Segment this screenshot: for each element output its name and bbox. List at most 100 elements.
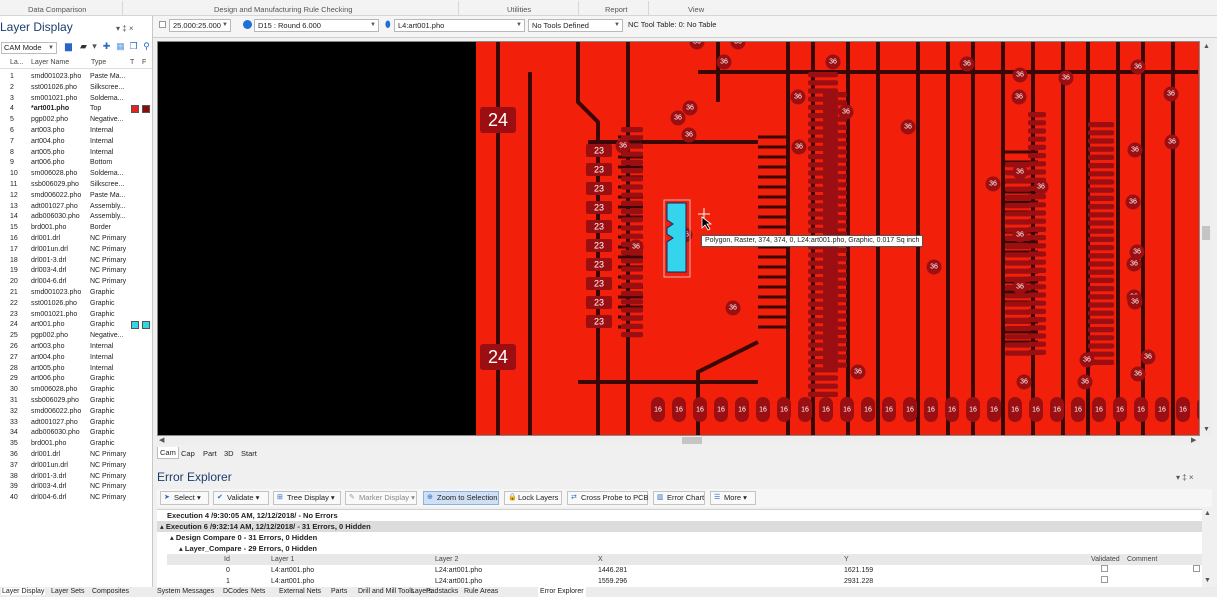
col-header-validated[interactable]: Validated — [1091, 554, 1120, 565]
layer-row[interactable]: 25 pgp002.pho Negative... — [0, 330, 152, 341]
cam-canvas[interactable]: 24 24 23 23 23 23 23 23 23 23 23 23 36 36 36 36 36 36 36 36… — [157, 41, 1200, 436]
col-header-index[interactable]: La... — [10, 59, 24, 66]
col-header-f[interactable]: F — [142, 59, 146, 66]
layer-row[interactable]: 27 art004.pho Internal — [0, 352, 152, 363]
grid-checkbox[interactable] — [159, 21, 166, 28]
fill-color-swatch[interactable] — [142, 321, 150, 330]
tab-system-messages[interactable]: System Messages — [157, 588, 214, 595]
copy-icon[interactable]: ❐ — [128, 41, 139, 52]
scroll-down-icon[interactable]: ▼ — [1203, 426, 1210, 433]
layer-row[interactable]: 21 smd001023.pho Graphic — [0, 287, 152, 298]
validated-checkbox[interactable] — [1101, 565, 1108, 572]
col-header-comment[interactable]: Comment — [1127, 554, 1157, 565]
top-color-swatch[interactable] — [131, 321, 139, 330]
layer-row[interactable]: 19 drl003-4.drl NC Primary — [0, 265, 152, 276]
layer-row[interactable]: 7 art004.pho Internal — [0, 136, 152, 147]
layer-row[interactable]: 14 adb006030.pho Assembly... — [0, 211, 152, 222]
layer-row[interactable]: 2 sst001026.pho Silkscree... — [0, 82, 152, 93]
col-header-x[interactable]: X — [598, 554, 603, 565]
marker-display-button[interactable]: ✎ Marker Display ▾ — [345, 491, 417, 505]
layer-row[interactable]: 31 ssb006029.pho Graphic — [0, 395, 152, 406]
layer-row[interactable]: 9 art006.pho Bottom — [0, 157, 152, 168]
col-header-name[interactable]: Layer Name — [31, 59, 69, 66]
scroll-up-icon[interactable]: ▲ — [1203, 43, 1210, 50]
table-row[interactable]: 0 L4:art001.pho L24:art001.pho 1446.281 … — [167, 565, 1202, 576]
canvas-horizontal-scrollbar[interactable]: ◀ ▶ — [157, 436, 1200, 445]
top-color-swatch[interactable] — [131, 105, 139, 114]
tab-cam[interactable]: Cam — [157, 447, 179, 459]
col-header-layer2[interactable]: Layer 2 — [435, 554, 458, 565]
layer-row[interactable]: 3 sm001021.pho Soldema... — [0, 93, 152, 104]
dcode-select[interactable]: D15 : Round 6.000 ▼ — [254, 19, 379, 32]
layer-row[interactable]: 28 art005.pho Internal — [0, 363, 152, 374]
layer-row[interactable]: 35 brd001.pho Graphic — [0, 438, 152, 449]
validated-checkbox[interactable] — [1101, 576, 1108, 583]
tab-layer-sets[interactable]: Layer Sets — [51, 588, 84, 595]
layer-row[interactable]: 10 sm006028.pho Soldema... — [0, 168, 152, 179]
add-icon[interactable]: ✚ — [101, 41, 112, 52]
tab-cap[interactable]: Cap — [181, 449, 195, 458]
layer-row[interactable]: 34 adb006030.pho Graphic — [0, 427, 152, 438]
tree-node-layer-compare[interactable]: ▴ Layer_Compare - 29 Errors, 0 Hidden — [179, 543, 317, 554]
filter-icon[interactable]: ⚲ — [141, 41, 152, 52]
scroll-up-icon[interactable]: ▲ — [1204, 510, 1211, 517]
zoom-to-selection-button[interactable]: ⊕ Zoom to Selection — [423, 491, 499, 505]
dropdown-icon[interactable]: ▾ — [89, 41, 100, 52]
tab-nets[interactable]: Nets — [251, 588, 265, 595]
error-tree-scrollbar[interactable]: ▲ ▼ — [1202, 509, 1212, 587]
layer-row[interactable]: 18 drl001-3.drl NC Primary — [0, 255, 152, 266]
validate-button[interactable]: ✔ Validate ▾ — [213, 491, 269, 505]
cross-probe-button[interactable]: ⇄ Cross Probe to PCB — [567, 491, 649, 505]
tab-error-explorer[interactable]: Error Explorer — [538, 587, 586, 597]
layer-row[interactable]: 1 smd001023.pho Paste Ma... — [0, 71, 152, 82]
tab-rule-areas[interactable]: Rule Areas — [464, 588, 498, 595]
tab-layer-display[interactable]: Layer Display — [1, 588, 46, 595]
layer-row[interactable]: 12 smd006022.pho Paste Ma... — [0, 190, 152, 201]
layer-row[interactable]: 32 smd006022.pho Graphic — [0, 406, 152, 417]
layer-row[interactable]: 15 brd001.pho Border — [0, 222, 152, 233]
lock-layers-button[interactable]: 🔒 Lock Layers — [504, 491, 562, 505]
scroll-down-icon[interactable]: ▼ — [1204, 577, 1211, 584]
layer-row[interactable]: 26 art003.pho Internal — [0, 341, 152, 352]
tab-start[interactable]: Start — [241, 449, 257, 458]
grid-select[interactable]: 25.000:25.000 ▼ — [169, 19, 231, 32]
layer-row[interactable]: 37 drl001un.drl NC Primary — [0, 460, 152, 471]
error-chart-button[interactable]: ▥ Error Chart — [653, 491, 705, 505]
layer-row[interactable]: 5 pgp002.pho Negative... — [0, 114, 152, 125]
col-header-layer1[interactable]: Layer 1 — [271, 554, 294, 565]
panel-controls[interactable]: ▾ ‡ × — [116, 24, 134, 33]
layer-row[interactable]: 24 art001.pho Graphic — [0, 319, 152, 330]
layer-row[interactable]: 36 drl001.drl NC Primary — [0, 449, 152, 460]
layer-row[interactable]: 13 adt001027.pho Assembly... — [0, 201, 152, 212]
scroll-right-icon[interactable]: ▶ — [1191, 436, 1196, 444]
col-header-y[interactable]: Y — [844, 554, 849, 565]
col-header-t[interactable]: T — [130, 59, 134, 66]
comment-box[interactable] — [1193, 565, 1200, 572]
scroll-thumb[interactable] — [1202, 226, 1210, 240]
layer-row[interactable]: 22 sst001026.pho Graphic — [0, 298, 152, 309]
grid-icon[interactable]: ▦ — [115, 41, 126, 52]
tree-display-button[interactable]: ⊞ Tree Display ▾ — [273, 491, 341, 505]
layer-row[interactable]: 20 drl004-6.drl NC Primary — [0, 276, 152, 287]
table-row[interactable]: 1 L4:art001.pho L24:art001.pho 1559.296 … — [167, 576, 1202, 587]
layer-row[interactable]: 6 art003.pho Internal — [0, 125, 152, 136]
tab-parts[interactable]: Parts — [331, 588, 347, 595]
fill-color-swatch[interactable] — [142, 105, 150, 114]
tree-node-execution-6[interactable]: ▴ Execution 6 /9:32:14 AM, 12/12/2018/ -… — [157, 521, 1202, 532]
tab-padstacks[interactable]: Padstacks — [426, 588, 458, 595]
layer-row[interactable]: 33 adt001027.pho Graphic — [0, 417, 152, 428]
layer-row[interactable]: 16 drl001.drl NC Primary — [0, 233, 152, 244]
layer-row[interactable]: 4 *art001.pho Top — [0, 103, 152, 114]
folder-icon[interactable]: ▰ — [78, 41, 89, 52]
tree-node-execution-4[interactable]: Execution 4 /9:30:05 AM, 12/12/2018/ - N… — [167, 510, 338, 521]
tree-node-design-compare[interactable]: ▴ Design Compare 0 - 31 Errors, 0 Hidden — [170, 532, 317, 543]
scroll-thumb[interactable] — [682, 437, 702, 444]
layer-row[interactable]: 8 art005.pho Internal — [0, 147, 152, 158]
layer-row[interactable]: 39 drl003-4.drl NC Primary — [0, 481, 152, 492]
tab-external-nets[interactable]: External Nets — [279, 588, 321, 595]
layer-row[interactable]: 30 sm006028.pho Graphic — [0, 384, 152, 395]
error-explorer-controls[interactable]: ▾ ‡ × — [1176, 473, 1194, 482]
layer-row[interactable]: 29 art006.pho Graphic — [0, 373, 152, 384]
save-icon[interactable]: ▆ — [63, 41, 74, 52]
pcb-artwork[interactable]: 24 24 23 23 23 23 23 23 23 23 23 23 36 36 36 36 36 36 36 36… — [158, 42, 1200, 436]
